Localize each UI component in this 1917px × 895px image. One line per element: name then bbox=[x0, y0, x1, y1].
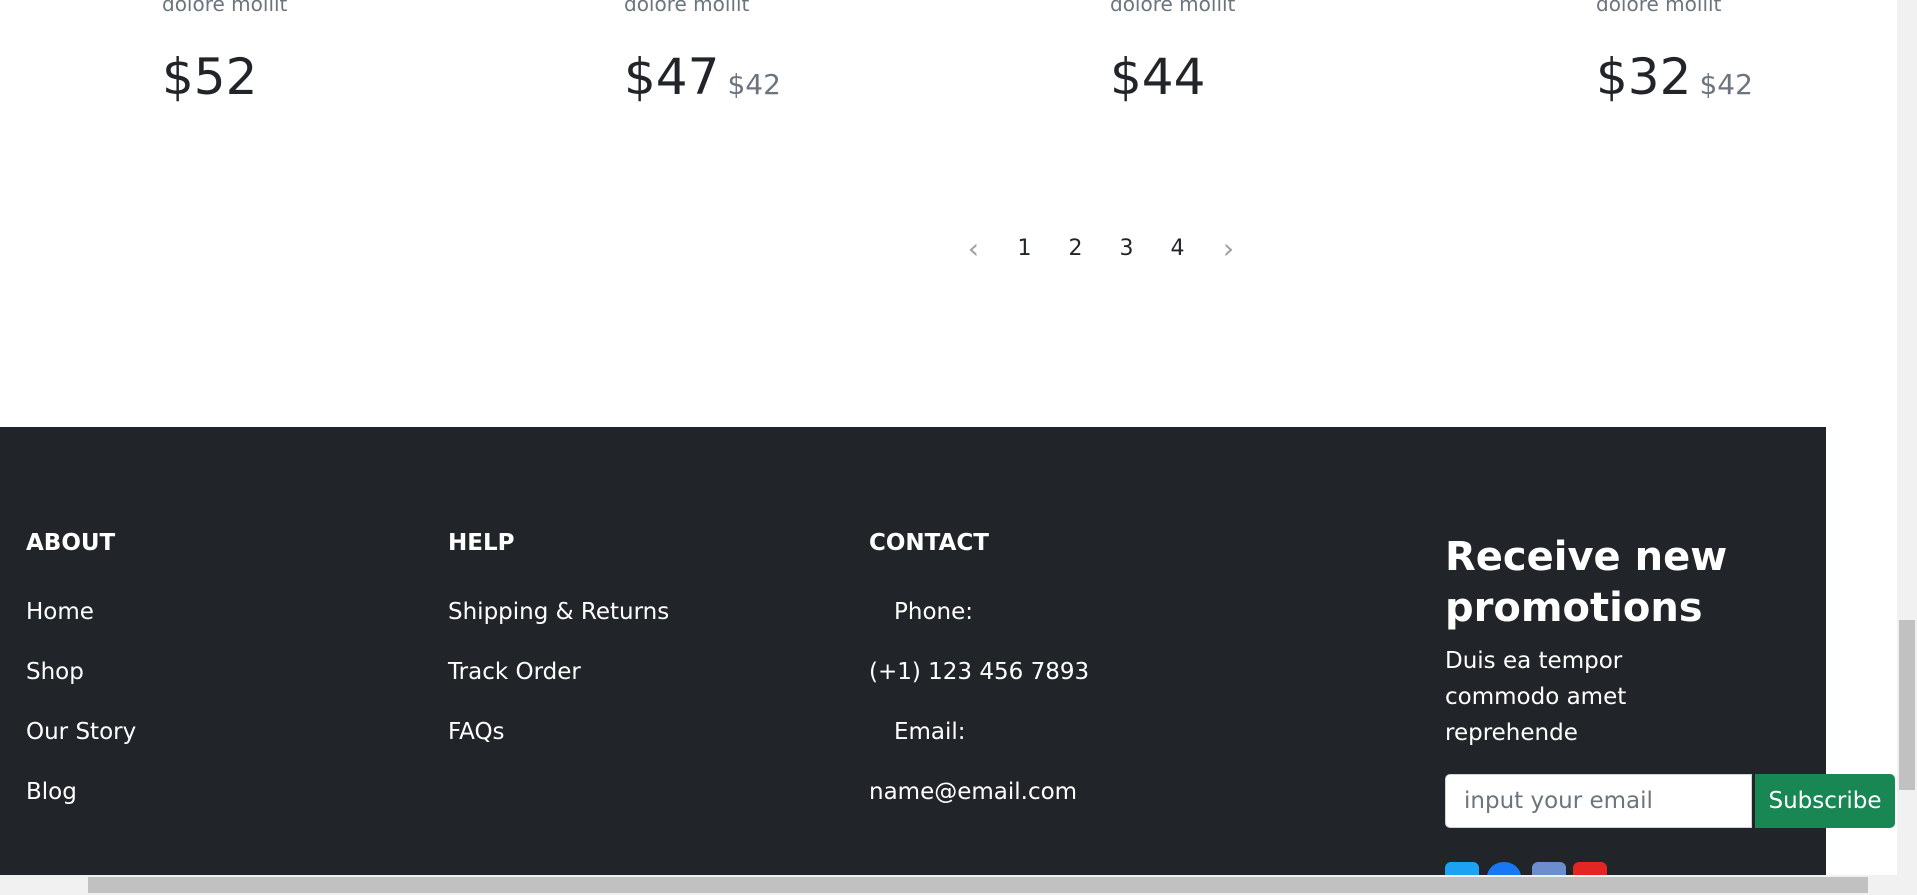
about-heading: ABOUT bbox=[26, 530, 116, 556]
product-price: $52 bbox=[162, 48, 257, 106]
chevron-left-icon[interactable]: ‹ bbox=[948, 232, 999, 265]
product-price: $47 $42 bbox=[624, 48, 781, 106]
product-price: $44 bbox=[1110, 48, 1205, 106]
product-price: $32 $42 bbox=[1596, 48, 1753, 106]
price-current: $52 bbox=[162, 48, 258, 106]
footer-link-faqs[interactable]: FAQs bbox=[448, 719, 505, 745]
footer-link-track-order[interactable]: Track Order bbox=[448, 659, 581, 685]
pagination: ‹ 1 2 3 4 › bbox=[948, 232, 1254, 265]
footer-link-our-story[interactable]: Our Story bbox=[26, 719, 136, 745]
email-input[interactable]: input your email bbox=[1445, 774, 1752, 828]
footer-link-home[interactable]: Home bbox=[26, 599, 94, 625]
footer-link-shipping[interactable]: Shipping & Returns bbox=[448, 599, 669, 625]
product-subtitle: dolore mollit bbox=[624, 0, 750, 16]
price-old: $42 bbox=[727, 68, 781, 101]
chevron-right-icon[interactable]: › bbox=[1203, 232, 1254, 265]
newsletter-title: Receive new promotions bbox=[1445, 534, 1728, 631]
newsletter-text: Duis ea tempor commodo amet reprehende bbox=[1445, 648, 1627, 746]
contact-heading: CONTACT bbox=[869, 530, 989, 556]
footer: ABOUT Home Shop Our Story Blog HELP Ship… bbox=[0, 427, 1895, 895]
vertical-scrollbar[interactable] bbox=[1897, 0, 1917, 875]
footer-link-shop[interactable]: Shop bbox=[26, 659, 84, 685]
subscribe-button[interactable]: Subscribe bbox=[1755, 774, 1895, 828]
phone-value: (+1) 123 456 7893 bbox=[869, 659, 1090, 685]
email-placeholder: input your email bbox=[1464, 788, 1653, 814]
vertical-scroll-thumb[interactable] bbox=[1899, 620, 1915, 790]
price-current: $44 bbox=[1110, 48, 1206, 106]
product-subtitle: dolore mollit bbox=[162, 0, 288, 16]
horizontal-scrollbar[interactable] bbox=[0, 875, 1917, 895]
product-subtitle: dolore mollit bbox=[1596, 0, 1722, 16]
help-heading: HELP bbox=[448, 530, 515, 556]
horizontal-scroll-thumb[interactable] bbox=[88, 877, 1868, 893]
page-1[interactable]: 1 bbox=[999, 236, 1050, 261]
phone-label: Phone: bbox=[894, 599, 973, 625]
footer-link-blog[interactable]: Blog bbox=[26, 779, 77, 805]
price-current: $47 bbox=[624, 48, 720, 106]
page-3[interactable]: 3 bbox=[1101, 236, 1152, 261]
email-value: name@email.com bbox=[869, 779, 1078, 805]
price-current: $32 bbox=[1596, 48, 1692, 106]
page-2[interactable]: 2 bbox=[1050, 236, 1101, 261]
email-label: Email: bbox=[894, 719, 966, 745]
product-subtitle: dolore mollit bbox=[1110, 0, 1236, 16]
page-4[interactable]: 4 bbox=[1152, 236, 1203, 261]
price-old: $42 bbox=[1699, 68, 1753, 101]
